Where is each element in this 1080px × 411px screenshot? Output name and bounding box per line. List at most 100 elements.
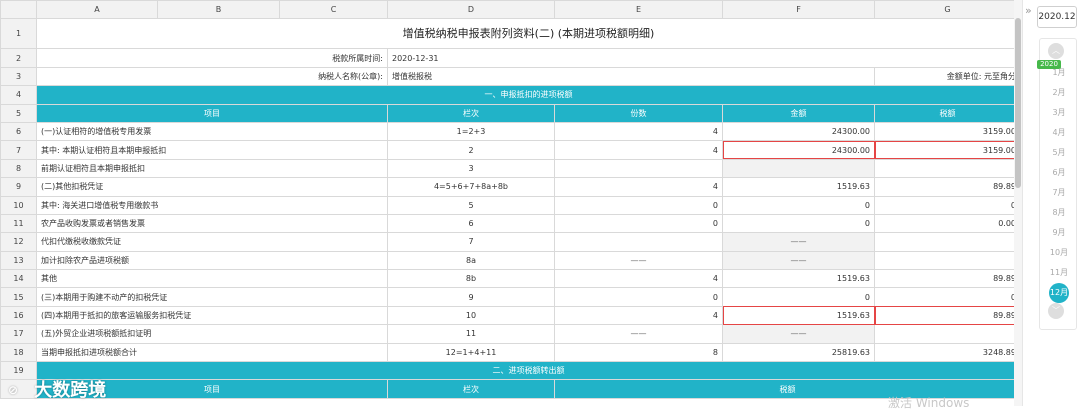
cell-count[interactable]: 4 (554, 121, 723, 142)
col-header-b[interactable]: B (157, 0, 280, 20)
cell-count[interactable] (554, 158, 723, 179)
row-number[interactable]: 17 (0, 324, 37, 344)
cell-tax[interactable]: 0.00 (874, 213, 1020, 234)
cell-amount[interactable]: 24300.00 (722, 121, 875, 142)
cell-count[interactable]: 4 (554, 305, 723, 326)
cell-count[interactable]: —— (554, 324, 723, 344)
cell-item: 代扣代缴税收缴款凭证 (36, 232, 388, 252)
row-number[interactable]: 15 (0, 287, 37, 307)
cell-item: (四)本期用于抵扣的旅客运输服务扣税凭证 (36, 305, 388, 326)
month-item[interactable]: 4月 (1040, 123, 1078, 143)
month-item[interactable]: 5月 (1040, 143, 1078, 163)
row-number[interactable]: 7 (0, 140, 37, 160)
cell-amount[interactable]: 25819.63 (722, 342, 875, 363)
cell-amount[interactable] (722, 158, 875, 179)
cell-col: 8a (387, 250, 555, 271)
col-header-d[interactable]: D (387, 0, 555, 20)
cell-tax[interactable]: 89.89 (874, 177, 1020, 197)
row-number[interactable]: 12 (0, 232, 37, 252)
cell-count[interactable]: 4 (554, 177, 723, 197)
cell-tax[interactable]: 89.89 (874, 269, 1020, 289)
cell-amount[interactable]: 0 (722, 195, 875, 215)
cell-count[interactable]: 4 (554, 269, 723, 289)
vertical-scrollbar[interactable] (1014, 0, 1022, 406)
month-item[interactable]: 11月 (1040, 263, 1078, 283)
col-header-g[interactable]: G (874, 0, 1020, 20)
cell-amount[interactable]: —— (722, 250, 875, 271)
cell-count[interactable]: 0 (554, 213, 723, 234)
cell-amount[interactable]: 1519.63 (722, 305, 875, 326)
section-header-deductible: 一、申报抵扣的进项税额 (36, 85, 1020, 105)
collapse-icon[interactable]: » (1025, 5, 1035, 16)
cell-tax[interactable] (874, 232, 1020, 252)
header-col: 栏次 (387, 103, 555, 123)
month-item[interactable]: 12月 (1040, 283, 1078, 303)
cell-item: (二)其他扣税凭证 (36, 177, 388, 197)
month-item[interactable]: 9月 (1040, 223, 1078, 243)
cell-tax[interactable]: 0 (874, 195, 1020, 215)
cell-amount[interactable]: 24300.00 (722, 140, 875, 160)
corner-cell[interactable] (0, 0, 37, 20)
cell-amount[interactable]: 0 (722, 213, 875, 234)
row-number[interactable]: 4 (0, 85, 37, 105)
report-title: 增值税纳税申报表附列资料(二) (本期进项税额明细) (36, 18, 1020, 50)
col-header-e[interactable]: E (554, 0, 723, 20)
cell-count[interactable]: 8 (554, 342, 723, 363)
row-number[interactable]: 6 (0, 121, 37, 142)
period-value[interactable]: 2020-12-31 (387, 48, 1020, 68)
windows-activation-notice: 激活 Windows (888, 396, 970, 410)
row-number[interactable]: 14 (0, 269, 37, 289)
cell-amount[interactable]: —— (722, 232, 875, 252)
row-number[interactable]: 2 (0, 48, 37, 68)
row-number[interactable]: 5 (0, 103, 37, 123)
cell-count[interactable] (554, 232, 723, 252)
cell-tax[interactable] (874, 324, 1020, 344)
row-number[interactable]: 18 (0, 342, 37, 363)
column-header-row: A B C D E F G (0, 0, 1020, 20)
cell-tax[interactable] (874, 250, 1020, 271)
col-header-f[interactable]: F (722, 0, 875, 20)
month-item[interactable]: 3月 (1040, 103, 1078, 123)
month-item[interactable]: 10月 (1040, 243, 1078, 263)
table-row: 3 纳税人名称(公章): 增值税报税 金额单位: 元至角分 (0, 66, 1020, 87)
row-number[interactable]: 10 (0, 195, 37, 215)
row-number[interactable]: 11 (0, 213, 37, 234)
cell-count[interactable]: —— (554, 250, 723, 271)
month-item[interactable]: 6月 (1040, 163, 1078, 183)
scrollbar-thumb[interactable] (1015, 18, 1021, 188)
month-item[interactable]: 7月 (1040, 183, 1078, 203)
cell-item: 农产品收购发票或者销售发票 (36, 213, 388, 234)
cell-count[interactable]: 0 (554, 195, 723, 215)
month-item[interactable]: 8月 (1040, 203, 1078, 223)
cell-count[interactable]: 0 (554, 287, 723, 307)
month-item[interactable]: 1月 (1040, 63, 1078, 83)
date-input[interactable]: 2020.12 (1037, 6, 1077, 28)
cell-amount[interactable]: 1519.63 (722, 269, 875, 289)
row-number[interactable]: 3 (0, 66, 37, 87)
cell-tax[interactable]: 3248.89 (874, 342, 1020, 363)
cell-amount[interactable]: 0 (722, 287, 875, 307)
table-row: 9 (二)其他扣税凭证 4=5+6+7+8a+8b 4 1519.63 89.89 (0, 177, 1020, 197)
row-number[interactable]: 8 (0, 158, 37, 179)
cell-tax[interactable]: 3159.00 (874, 140, 1020, 160)
cell-tax[interactable]: 3159.00 (874, 121, 1020, 142)
row-number[interactable]: 16 (0, 305, 37, 326)
col-header-a[interactable]: A (36, 0, 158, 20)
cell-tax[interactable] (874, 158, 1020, 179)
cell-count[interactable]: 4 (554, 140, 723, 160)
period-label: 税款所属时间: (36, 48, 388, 68)
chevron-up-icon[interactable]: ︿ (1048, 43, 1064, 59)
chevron-down-icon[interactable]: ﹀ (1048, 303, 1064, 319)
taxpayer-value[interactable]: 增值税报税 (387, 66, 875, 87)
row-number[interactable]: 1 (0, 18, 37, 50)
table-row: 11 农产品收购发票或者销售发票 6 0 0 0.00 (0, 213, 1020, 234)
col-header-c[interactable]: C (279, 0, 388, 20)
cell-amount[interactable]: —— (722, 324, 875, 344)
cell-tax[interactable]: 89.89 (874, 305, 1020, 326)
cell-amount[interactable]: 1519.63 (722, 177, 875, 197)
month-label: 6月 (1052, 168, 1066, 177)
cell-tax[interactable]: 0 (874, 287, 1020, 307)
row-number[interactable]: 9 (0, 177, 37, 197)
row-number[interactable]: 13 (0, 250, 37, 271)
month-item[interactable]: 2月 (1040, 83, 1078, 103)
